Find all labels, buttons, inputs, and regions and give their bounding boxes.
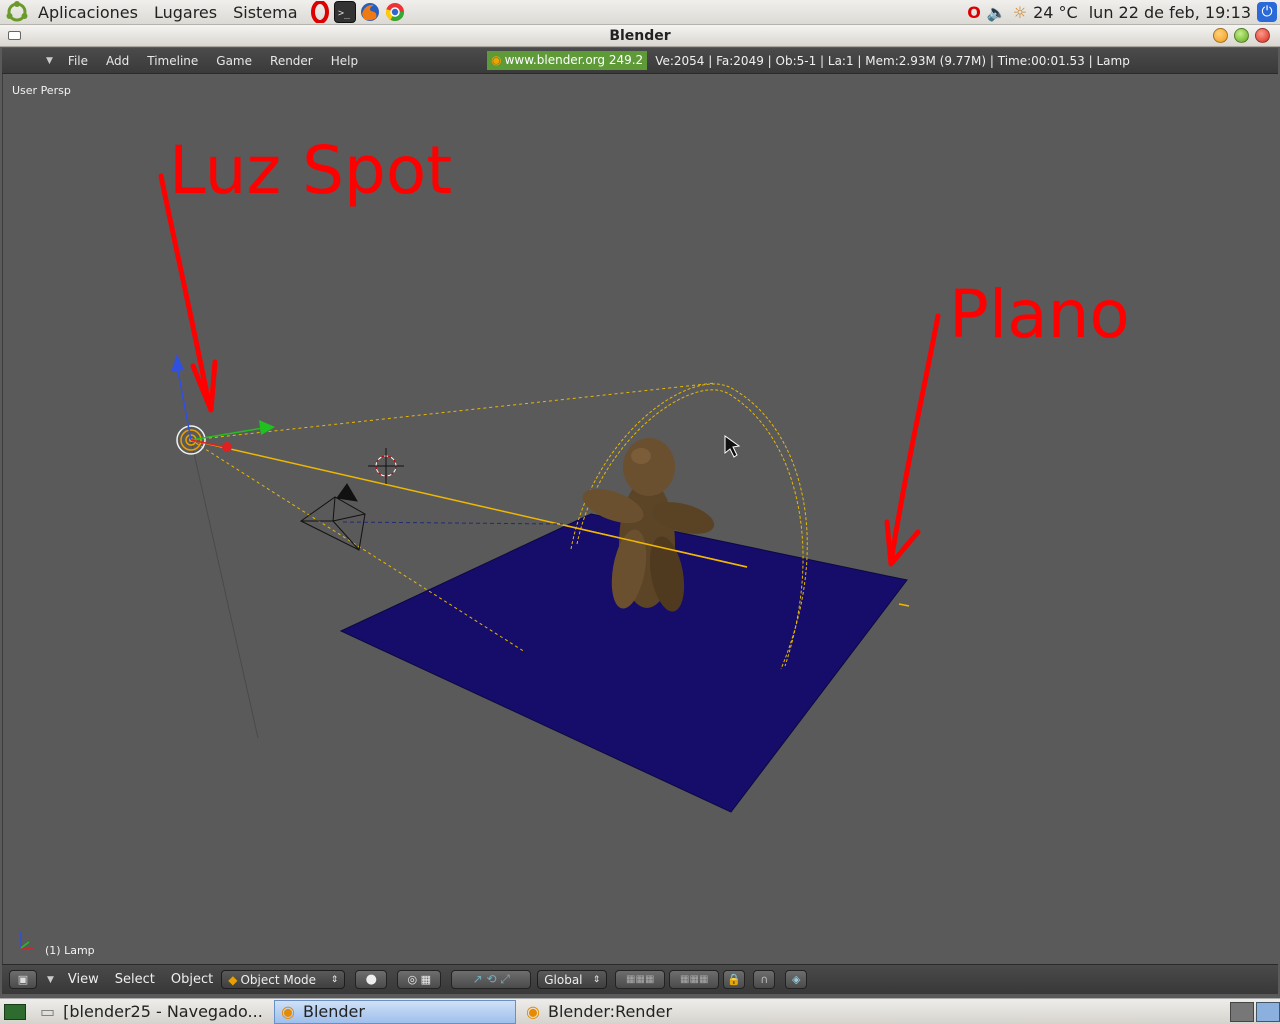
view-persp-label: User Persp bbox=[12, 84, 71, 97]
top-panel: Aplicaciones Lugares Sistema >_ O 🔈 ☼ 24… bbox=[0, 0, 1280, 25]
blender-render-task-icon: ◉ bbox=[526, 1002, 540, 1021]
window-menu-icon[interactable] bbox=[8, 31, 21, 40]
task-blender[interactable]: ◉ Blender bbox=[274, 999, 516, 1024]
active-object-label: (1) Lamp bbox=[45, 944, 95, 957]
mode-dropdown[interactable]: ◆ Object Mode ⇕ bbox=[221, 970, 346, 989]
menu-sistema[interactable]: Sistema bbox=[225, 0, 305, 25]
svg-text:>_: >_ bbox=[338, 8, 351, 19]
window-title: Blender bbox=[609, 28, 671, 44]
layers-icon: ▦▦▦ bbox=[626, 974, 655, 985]
manipulator-buttons[interactable]: ↗ ⟲ ⤢ bbox=[451, 970, 532, 989]
axis-widget-icon bbox=[20, 931, 33, 949]
opera-tray-icon[interactable]: O bbox=[967, 3, 981, 22]
menu-add[interactable]: Add bbox=[97, 54, 138, 68]
blender-site-text: www.blender.org 249.2 bbox=[504, 53, 644, 67]
object-mode-icon: ◆ bbox=[228, 972, 238, 987]
temperature[interactable]: 24 °C bbox=[1033, 3, 1078, 22]
3d-viewport[interactable]: User Persp Luz Spot Plano (1) Lamp bbox=[2, 74, 1278, 964]
task-label: Blender:Render bbox=[547, 1002, 673, 1021]
menu-render[interactable]: Render bbox=[261, 54, 322, 68]
blender-site-badge: ◉ www.blender.org 249.2 bbox=[487, 51, 648, 70]
blender-task-icon: ◉ bbox=[281, 1002, 295, 1021]
power-icon[interactable]: ⏻ bbox=[1257, 2, 1277, 22]
spot-end-mark bbox=[898, 603, 910, 607]
menu-select[interactable]: Select bbox=[107, 972, 163, 987]
render-preview-button[interactable]: ◈ bbox=[785, 970, 808, 989]
orientation-value: Global bbox=[544, 972, 583, 987]
blender-logo-icon: ◉ bbox=[491, 53, 502, 67]
weather-icon: ☼ bbox=[1012, 2, 1028, 22]
sphere-icon: ● bbox=[365, 972, 377, 987]
window-icon: ▭ bbox=[40, 1002, 56, 1021]
annotation-arrow-spot bbox=[158, 173, 212, 407]
task-navegador[interactable]: ▭ [blender25 - Navegado... bbox=[34, 1000, 270, 1024]
menu-game[interactable]: Game bbox=[207, 54, 261, 68]
spot-cone-edge-bottom bbox=[190, 439, 526, 653]
layers-button-2[interactable]: ▦▦▦ bbox=[669, 970, 720, 989]
annotation-luz-spot: Luz Spot bbox=[169, 132, 453, 209]
ubuntu-logo-icon[interactable] bbox=[6, 1, 28, 23]
spot-cone-edge-top bbox=[190, 382, 716, 441]
lock-icon: 🔒 bbox=[727, 973, 742, 986]
task-blender-render[interactable]: ◉ Blender:Render bbox=[520, 1000, 760, 1024]
blender-info-header: ▼ File Add Timeline Game Render Help ◉ w… bbox=[2, 48, 1278, 74]
menu-view[interactable]: View bbox=[60, 972, 107, 987]
chrome-launcher-icon[interactable] bbox=[384, 1, 406, 23]
workspace-switcher[interactable] bbox=[1230, 1001, 1280, 1022]
desktop-icon bbox=[4, 1003, 26, 1020]
workspace-1[interactable] bbox=[1230, 1001, 1254, 1022]
annotation-plano: Plano bbox=[949, 276, 1130, 353]
shading-button[interactable]: ● bbox=[355, 970, 388, 989]
menu-aplicaciones[interactable]: Aplicaciones bbox=[30, 0, 146, 25]
collapse-chevron-icon[interactable]: ▼ bbox=[47, 975, 54, 985]
dropdown-arrows-icon: ⇕ bbox=[330, 974, 339, 985]
snap-button[interactable]: ∩ bbox=[753, 970, 776, 989]
magnet-icon: ∩ bbox=[760, 973, 769, 986]
close-button[interactable] bbox=[1255, 28, 1270, 43]
annotation-arrow-plane bbox=[888, 313, 941, 565]
minimize-button[interactable] bbox=[1213, 28, 1228, 43]
manipulator-icon: ↗ ⟲ ⤢ bbox=[472, 972, 510, 986]
3d-cursor-icon bbox=[368, 448, 404, 484]
menu-timeline[interactable]: Timeline bbox=[138, 54, 207, 68]
lock-button[interactable]: 🔒 bbox=[723, 970, 746, 989]
render-icon: ◈ bbox=[792, 973, 801, 986]
menu-help[interactable]: Help bbox=[322, 54, 367, 68]
orientation-arrows-icon: ⇕ bbox=[592, 974, 601, 985]
editor-type-button[interactable]: ▣ bbox=[9, 970, 37, 989]
firefox-launcher-icon[interactable] bbox=[359, 1, 381, 23]
layers-icon-2: ▦▦▦ bbox=[680, 974, 709, 985]
opera-launcher-icon[interactable] bbox=[309, 0, 331, 24]
scene-stats: Ve:2054 | Fa:2049 | Ob:5-1 | La:1 | Mem:… bbox=[655, 53, 1130, 68]
workspace-2[interactable] bbox=[1256, 1001, 1280, 1022]
mode-value: Object Mode bbox=[240, 972, 317, 987]
menu-file[interactable]: File bbox=[59, 54, 97, 68]
taskbar: ▭ [blender25 - Navegado... ◉ Blender ◉ B… bbox=[0, 998, 1280, 1024]
layers-button[interactable]: ▦▦▦ bbox=[615, 970, 666, 989]
mouse-pointer-icon bbox=[724, 435, 741, 458]
orientation-dropdown[interactable]: Global ⇕ bbox=[537, 970, 608, 989]
show-desktop-button[interactable] bbox=[0, 1000, 30, 1024]
volume-icon[interactable]: 🔈 bbox=[987, 3, 1007, 22]
camera-object bbox=[300, 483, 564, 551]
maximize-button[interactable] bbox=[1234, 28, 1249, 43]
pivot-icon: ◎ ▦ bbox=[407, 973, 431, 986]
pivot-button[interactable]: ◎ ▦ bbox=[397, 970, 442, 989]
menu-lugares[interactable]: Lugares bbox=[146, 0, 225, 25]
window-titlebar: Blender bbox=[0, 25, 1280, 47]
menu-object[interactable]: Object bbox=[163, 972, 221, 987]
clock[interactable]: lun 22 de feb, 19:13 bbox=[1089, 3, 1251, 22]
editor-type-chevron-icon[interactable]: ▼ bbox=[46, 56, 53, 66]
task-label: [blender25 - Navegado... bbox=[63, 1002, 263, 1021]
task-label: Blender bbox=[302, 1002, 365, 1021]
terminal-launcher-icon[interactable]: >_ bbox=[333, 1, 356, 23]
lamp-vertical-line bbox=[190, 439, 259, 739]
3d-view-header: ▣ ▼ View Select Object ◆ Object Mode ⇕ ●… bbox=[2, 964, 1278, 994]
cube-icon: ▣ bbox=[17, 973, 29, 986]
